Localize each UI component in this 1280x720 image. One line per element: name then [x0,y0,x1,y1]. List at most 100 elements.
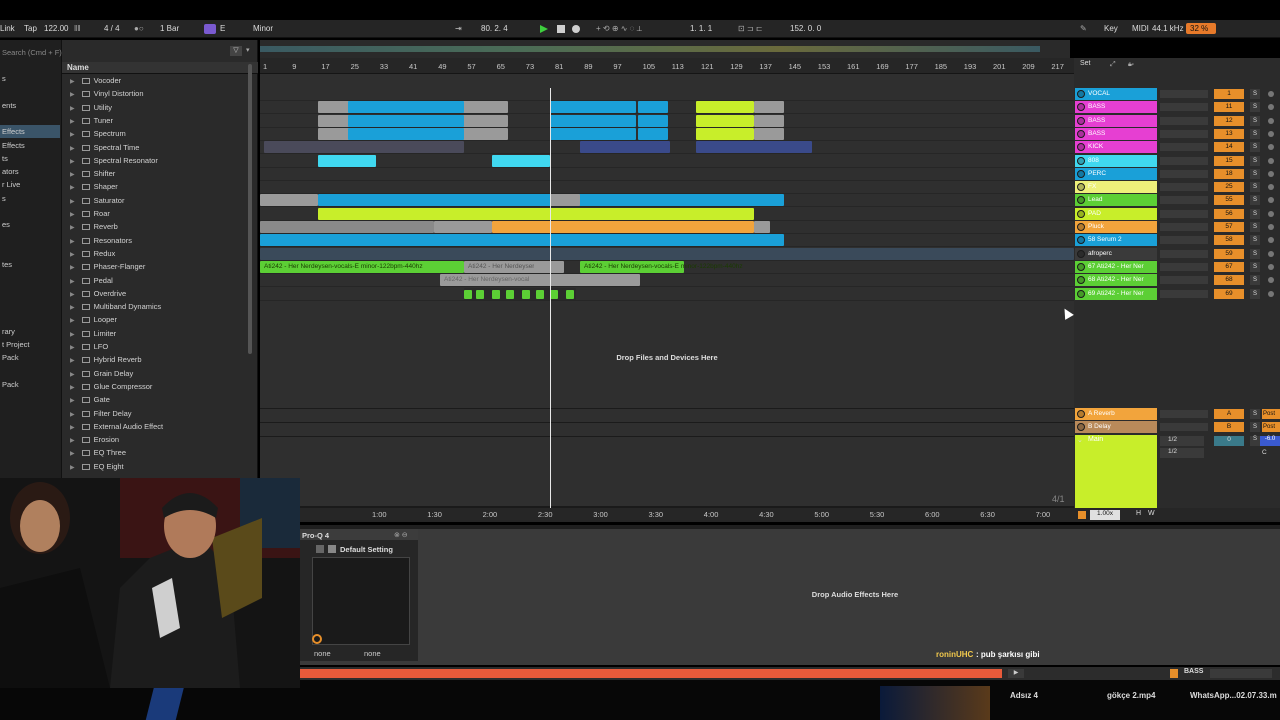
expand-triangle-icon[interactable]: ▶ [70,92,75,98]
track-activator-icon[interactable] [1077,289,1085,298]
clip[interactable] [638,101,668,114]
scale-select[interactable]: Minor [253,24,273,33]
expand-arrow-icon[interactable]: ▶ [1008,669,1024,678]
clip[interactable] [550,127,636,140]
track-header[interactable]: VOCAL 1 S [1074,88,1280,101]
browser-item[interactable]: ▶ External Audio Effect [70,420,163,433]
browser-item[interactable]: ▶ Pedal [70,274,113,287]
song-position[interactable]: 80. 2. 4 [481,24,508,33]
metronome-icon[interactable]: ●○ [134,24,144,33]
record-arm-icon[interactable] [1268,224,1274,230]
taskbar-item-whatsapp[interactable]: WhatsApp...02.07.33.m [1190,691,1277,700]
browser-item[interactable]: ▶ Shifter [70,167,115,180]
midi-clip[interactable] [506,289,514,299]
browser-item[interactable]: ▶ EQ Three [70,446,126,459]
expand-icon[interactable]: ⤢ [1110,61,1116,69]
solo-button[interactable]: S [1250,436,1260,446]
track-activator-icon[interactable] [1077,143,1085,152]
follow-icon[interactable]: ⇥ [455,24,462,33]
track-name[interactable]: KICK [1088,143,1103,150]
browser-category[interactable]: Effects [0,139,25,152]
track-name[interactable]: BASS [1088,117,1105,124]
record-arm-icon[interactable] [1268,117,1274,124]
browser-item[interactable]: ▶ Spectral Time [70,141,139,154]
param-select-2[interactable]: none [364,649,381,658]
track-lane[interactable] [260,274,1074,288]
return-track-header[interactable]: A Reverb A S Post [1074,408,1280,421]
track-name[interactable]: BASS [1088,103,1105,110]
browser-category[interactable]: Pack [0,378,19,391]
clip[interactable] [260,234,784,247]
track-clip-slot[interactable] [1160,129,1208,138]
track-activator-icon[interactable] [1077,90,1085,98]
browser-category[interactable]: tes [0,258,12,271]
track-header[interactable]: KICK 14 S [1074,141,1280,154]
clip[interactable] [260,194,318,207]
browser-item[interactable]: ▶ Filter Delay [70,407,132,420]
return-track-name[interactable]: B Delay [1088,423,1111,430]
record-arm-icon[interactable] [1268,250,1274,257]
expand-triangle-icon[interactable]: ▶ [70,119,75,125]
preset-name[interactable]: Default Setting [340,545,393,554]
browser-category[interactable] [0,285,2,298]
browser-item[interactable]: ▶ Vinyl Distortion [70,87,144,100]
track-header[interactable]: FX 25 S [1074,181,1280,194]
track-clip-slot[interactable] [1160,236,1208,245]
track-number[interactable]: 58 [1214,235,1244,246]
clip[interactable] [260,247,1074,260]
track-number[interactable]: 13 [1214,128,1244,139]
record-arm-icon[interactable] [1268,170,1274,177]
output-select-1[interactable]: 1/2 [1160,436,1204,446]
solo-button[interactable]: S [1250,235,1260,246]
solo-button[interactable]: S [1250,422,1260,433]
zoom-field[interactable]: 1.00x [1090,510,1120,520]
expand-triangle-icon[interactable]: ▶ [70,305,75,311]
filter-icon[interactable]: ▽ [230,46,242,56]
expand-triangle-icon[interactable]: ▶ [70,385,75,391]
browser-item[interactable]: ▶ Spectral Resonator [70,154,158,167]
track-name[interactable]: PAD [1088,210,1101,217]
fold-icon[interactable]: ⌄ [1077,436,1083,444]
expand-triangle-icon[interactable]: ▶ [70,199,75,205]
track-name[interactable]: BASS [1088,130,1105,137]
track-number[interactable]: 15 [1214,155,1244,166]
track-number[interactable]: 59 [1214,248,1244,259]
taskbar-item-adsiz[interactable]: Adsız 4 [1010,691,1038,700]
track-header[interactable]: 69 Ati242 - Her Ner 69 S [1074,287,1280,301]
time-signature[interactable]: 4 / 4 [104,24,120,33]
clip[interactable] [696,101,754,114]
browser-item[interactable]: ▶ Vocoder [70,74,121,87]
beat-ruler[interactable]: 1 9 17 25 33 41 49 57 65 73 81 89 97 105 113 121 129 137 1… [260,58,1074,74]
track-activator-icon[interactable] [1077,156,1085,165]
expand-triangle-icon[interactable]: ▶ [70,398,75,404]
quantize-select[interactable]: 1 Bar [160,24,179,33]
track-number[interactable]: 1 [1214,89,1244,99]
expand-triangle-icon[interactable]: ▶ [70,332,75,338]
track-header[interactable]: afroperc 59 S [1074,247,1280,261]
nudge-icon[interactable]: ‖‖ [74,24,81,33]
solo-button[interactable]: S [1250,222,1260,232]
clip[interactable] [754,221,770,233]
main-track[interactable]: ⌄ Main 1/2 1/2 0 S -6.0 C [1074,435,1280,510]
browser-item[interactable]: ▶ Overdrive [70,287,126,300]
playhead[interactable] [550,88,551,508]
clip[interactable] [696,127,754,140]
return-track-header[interactable]: B Delay B S Post [1074,421,1280,434]
record-arm-icon[interactable] [1268,91,1274,97]
browser-item[interactable]: ▶ Reverb [70,220,118,233]
browser-category[interactable]: s [0,192,6,205]
expand-triangle-icon[interactable]: ▶ [70,146,75,152]
track-clip-slot[interactable] [1160,169,1208,178]
track-number[interactable]: 69 [1214,288,1244,299]
track-clip-slot[interactable] [1160,116,1208,125]
browser-category[interactable] [0,365,2,378]
browser-item[interactable]: ▶ Grain Delay [70,367,133,380]
track-activator-icon[interactable] [1077,423,1085,432]
clip[interactable] [638,114,668,127]
arrangement-overview[interactable] [260,40,1070,58]
track-lane[interactable] [260,101,1074,115]
tempo-field[interactable]: 122.00 [44,24,68,33]
track-name[interactable]: Pluck [1088,223,1104,230]
clip[interactable] [550,114,636,127]
track-clip-slot[interactable] [1160,410,1208,418]
